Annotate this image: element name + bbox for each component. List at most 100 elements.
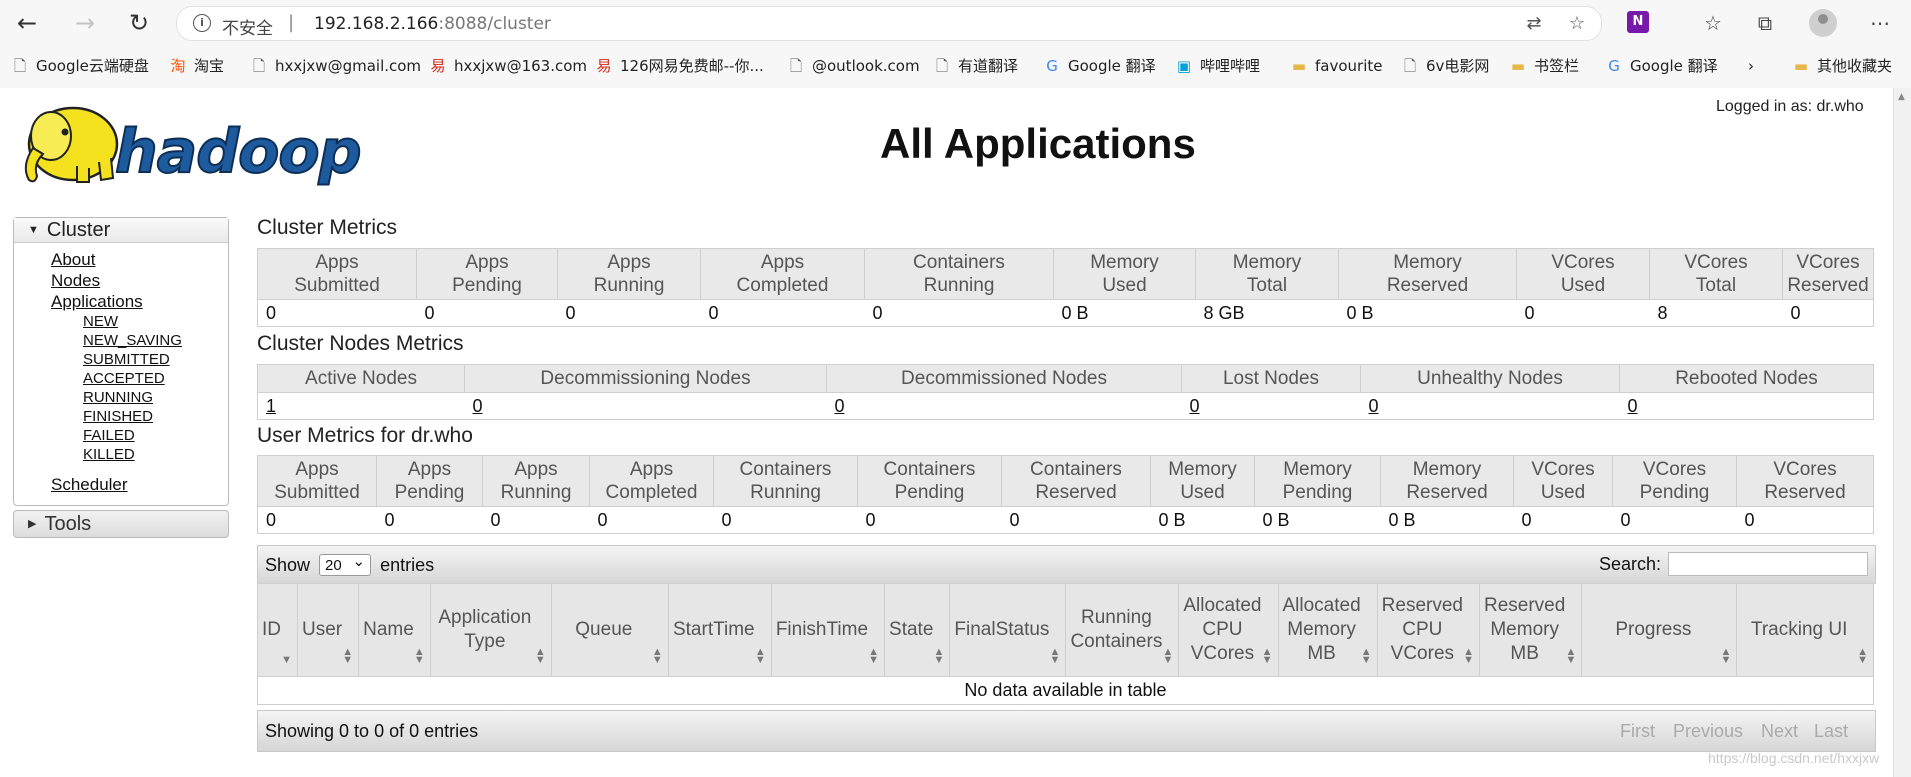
column-header-starttime[interactable]: StartTime ▲ ▼ [667,583,772,677]
tools-panel[interactable]: ▶ Tools [13,510,229,538]
bilibili-icon: ▣ [1176,57,1192,75]
cluster-header[interactable]: ▼ Cluster [14,218,228,243]
bookmark-163[interactable]: 易 hxxjxw@163.com [430,54,587,78]
pager-previous-button[interactable]: Previous [1673,721,1743,742]
star-icon[interactable]: ☆ [1566,13,1588,35]
sort-desc-icon: ▼ [281,654,292,666]
link-state-running[interactable]: RUNNING [83,388,228,407]
sort-icon: ▲ ▼ [534,646,546,666]
refresh-icon[interactable]: ↻ [124,8,154,38]
column-header: Memory Reserved [1338,248,1517,300]
vertical-scrollbar[interactable]: ▲ [1893,88,1911,777]
cluster-metrics-table: Apps Submitted Apps Pending Apps Running Ap… [257,248,1874,327]
metric-value: 8 [1649,299,1783,327]
search-input[interactable] [1668,552,1868,576]
column-header-allocated-memory[interactable]: Allocated Memory MB ▲ ▼ [1277,583,1378,677]
bookmark-gmail[interactable]: 🗋 hxxjxw@gmail.com [251,54,421,78]
column-header-user[interactable]: User ▲ ▼ [296,583,360,677]
link-state-failed[interactable]: FAILED [83,426,228,445]
column-header-id[interactable]: ID ▼ [257,583,298,677]
page-size-select[interactable]: 20 [319,551,372,576]
info-icon[interactable]: i [193,14,211,32]
bookmark-label: 书签栏 [1534,57,1580,75]
active-nodes-link[interactable]: 1 [266,396,276,416]
bookmark-bookmarks-bar[interactable]: ▬ 书签栏 [1510,54,1579,78]
bookmark-outlook[interactable]: 🗋 @outlook.com [788,54,920,78]
bookmark-taobao[interactable]: 淘淘宝 [170,54,224,78]
column-header-queue[interactable]: Queue ▲ ▼ [550,583,669,677]
decommissioned-nodes-link[interactable]: 0 [835,396,845,416]
address-bar[interactable]: i 不安全 | 192.168.2.166:8088/cluster ⇄ ☆ [176,6,1602,41]
more-icon[interactable]: ⋯ [1866,10,1894,36]
sort-icon: ▲ ▼ [933,646,945,666]
column-header-finishtime[interactable]: FinishTime ▲ ▼ [770,583,886,677]
column-header-reserved-memory[interactable]: Reserved Memory MB ▲ ▼ [1478,583,1583,677]
column-header: Lost Nodes [1181,364,1361,393]
sort-icon: ▲ ▼ [413,646,425,666]
link-about[interactable]: About [51,249,228,270]
favorites-icon[interactable]: ☆ [1699,10,1727,36]
forward-icon[interactable]: → [70,8,100,38]
bookmark-favourite[interactable]: ▬ favourite [1291,54,1383,78]
column-header-progress[interactable]: Progress ▲ ▼ [1581,583,1738,677]
column-header: Memory Used [1053,248,1196,300]
column-header: VCores Reserved [1782,248,1874,300]
collections-icon[interactable]: ⧉ [1751,10,1779,36]
decommissioning-nodes-link[interactable]: 0 [473,396,483,416]
back-icon[interactable]: ← [12,8,42,38]
browser-toolbar: ← → ↻ i 不安全 | 192.168.2.166:8088/cluster… [0,0,1911,45]
metric-value: 0 [1516,299,1650,327]
translate-icon[interactable]: ⇄ [1523,13,1545,35]
bookmark-bilibili[interactable]: ▣ 哔哩哔哩 [1176,54,1260,78]
pager-next-button[interactable]: Next [1761,721,1798,742]
lost-nodes-link[interactable]: 0 [1190,396,1200,416]
column-header-name[interactable]: Name ▲ ▼ [358,583,431,677]
hadoop-logo[interactable]: hadoop [15,96,390,191]
onenote-icon[interactable]: N [1627,11,1649,33]
link-scheduler[interactable]: Scheduler [51,474,228,495]
link-state-killed[interactable]: KILLED [83,445,228,464]
column-header-reserved-cpu[interactable]: Reserved CPU VCores ▲ ▼ [1376,583,1481,677]
column-header-application-type[interactable]: Application Type ▲ ▼ [429,583,552,677]
sort-icon: ▲ ▼ [1857,646,1868,666]
link-state-new[interactable]: NEW [83,312,228,331]
bookmark-google-drive[interactable]: 🗋 Google云端硬盘 [12,54,149,78]
link-state-accepted[interactable]: ACCEPTED [83,369,228,388]
sort-icon: ▲ ▼ [1565,646,1577,666]
metric-value: 0 [826,392,1182,420]
bookmark-label: hxxjxw@163.com [454,57,588,75]
link-state-finished[interactable]: FINISHED [83,407,228,426]
metric-value: 0 [700,299,865,327]
bookmark-google-translate-2[interactable]: G Google 翻译 [1606,54,1717,78]
link-nodes[interactable]: Nodes [51,270,228,291]
pager-last-button[interactable]: Last [1814,721,1848,742]
rebooted-nodes-link[interactable]: 0 [1628,396,1638,416]
bookmark-6v[interactable]: 🗋 6v电影网 [1402,54,1489,78]
column-header: Decommissioned Nodes [826,364,1182,393]
unhealthy-nodes-link[interactable]: 0 [1369,396,1379,416]
bookmark-label: 有道翻译 [958,57,1019,75]
chevron-right-icon[interactable]: › [1748,54,1754,78]
bookmark-126[interactable]: 易 126网易免费邮--你... [596,54,763,78]
app-state-links: NEW NEW_SAVING SUBMITTED ACCEPTED RUNNIN… [51,312,228,464]
bookmark-other[interactable]: ▬ 其他收藏夹 [1793,54,1892,78]
bookmark-youdao[interactable]: 🗋 有道翻译 [934,54,1018,78]
google-translate-icon: G [1046,57,1058,75]
profile-avatar[interactable] [1809,9,1837,37]
column-header-tracking-ui[interactable]: Tracking UI ▲ ▼ [1736,583,1874,677]
scroll-up-icon[interactable]: ▲ [1898,92,1905,102]
column-header-running-containers[interactable]: Running Containers ▲ ▼ [1065,583,1180,677]
column-header: Unhealthy Nodes [1360,364,1620,393]
pager-first-button[interactable]: First [1620,721,1655,742]
page-icon: 🗋 [13,57,27,75]
column-header-state[interactable]: State ▲ ▼ [884,583,951,677]
link-state-new-saving[interactable]: NEW_SAVING [83,331,228,350]
user-metrics-title: User Metrics for dr.who [257,424,473,447]
column-header-finalstatus[interactable]: FinalStatus ▲ ▼ [949,583,1067,677]
column-header-allocated-cpu[interactable]: Allocated CPU VCores ▲ ▼ [1178,583,1279,677]
bookmark-google-translate[interactable]: G Google 翻译 [1044,54,1155,78]
metric-value: 0 B [1150,506,1255,534]
link-state-submitted[interactable]: SUBMITTED [83,350,228,369]
url-text[interactable]: 192.168.2.166:8088/cluster [314,14,551,34]
link-applications[interactable]: Applications [51,291,228,312]
